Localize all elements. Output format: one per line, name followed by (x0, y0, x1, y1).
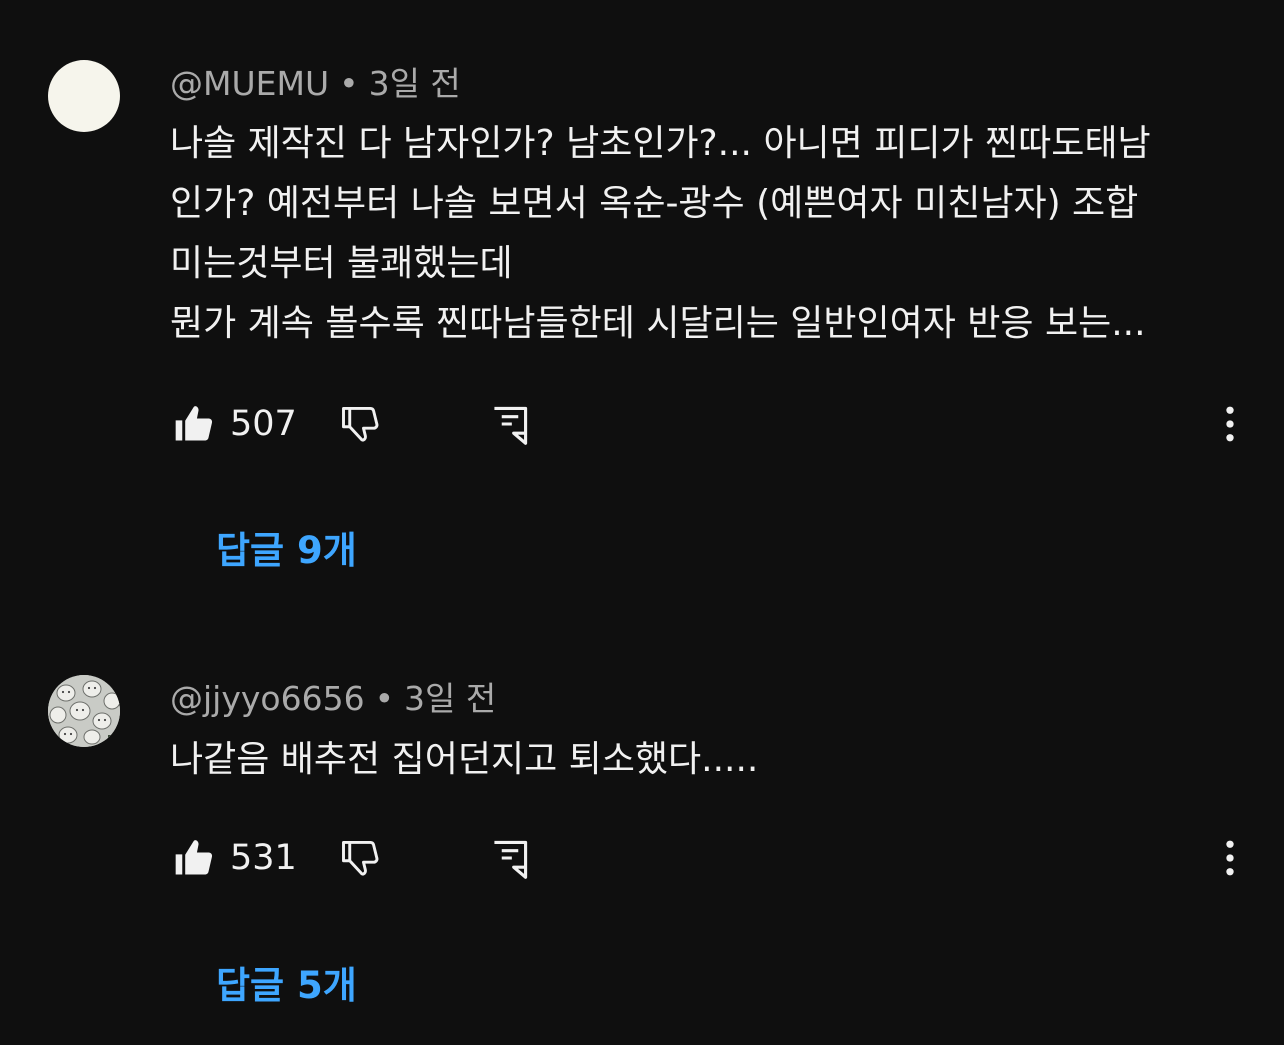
separator-dot: • (339, 64, 359, 103)
comment-line: 나같음 배추전 집어던지고 퇴소했다..... (170, 739, 759, 780)
comment-icon (494, 406, 528, 445)
comment-header: @jjyyo6656 • 3일 전 (170, 679, 496, 719)
like-count: 531 (230, 838, 297, 878)
comment-text: 나같음 배추전 집어던지고 퇴소했다..... (170, 730, 1240, 790)
comment-time[interactable]: 3일 전 (369, 64, 461, 103)
comment-actions: 507 (170, 400, 1250, 448)
comment-time[interactable]: 3일 전 (404, 679, 496, 718)
view-replies-button[interactable]: 답글 5개 (216, 963, 357, 1009)
reply-button[interactable] (486, 400, 534, 448)
comment-icon (494, 840, 528, 879)
comment-line: 나솔 제작진 다 남자인가? 남초인가?... 아니면 피디가 찐따도태남 (170, 123, 1151, 164)
more-vert-icon (1226, 840, 1234, 876)
separator-dot: • (374, 679, 395, 718)
thumbs-up-icon (175, 840, 213, 875)
reply-button[interactable] (486, 834, 534, 882)
dislike-button[interactable] (336, 834, 384, 882)
avatar[interactable] (48, 675, 120, 747)
like-button[interactable] (170, 400, 218, 448)
more-options-button[interactable] (1206, 400, 1254, 448)
avatar-pattern-image (48, 675, 120, 747)
thumbs-up-icon (175, 406, 213, 441)
dislike-button[interactable] (336, 400, 384, 448)
comment-line: 미는것부터 불쾌했는데 (170, 243, 513, 284)
thumbs-down-icon (342, 406, 379, 442)
like-count: 507 (230, 404, 297, 444)
like-button[interactable] (170, 834, 218, 882)
author-name[interactable]: @jjyyo6656 (170, 679, 365, 718)
comment-line: 인가? 예전부터 나솔 보면서 옥순-광수 (예쁜여자 미친남자) 조합 (170, 183, 1139, 224)
author-name[interactable]: @MUEMU (170, 64, 329, 103)
avatar[interactable] (48, 60, 120, 132)
thumbs-down-icon (342, 840, 379, 876)
comment-text: 나솔 제작진 다 남자인가? 남초인가?... 아니면 피디가 찐따도태남 인가… (170, 114, 1240, 354)
comment-header: @MUEMU • 3일 전 (170, 64, 461, 104)
comment-line: 뭔가 계속 볼수록 찐따남들한테 시달리는 일반인여자 반응 보는... (170, 303, 1146, 344)
more-vert-icon (1226, 406, 1234, 442)
comment-actions: 531 (170, 834, 1250, 882)
more-options-button[interactable] (1206, 834, 1254, 882)
view-replies-button[interactable]: 답글 9개 (216, 528, 357, 574)
